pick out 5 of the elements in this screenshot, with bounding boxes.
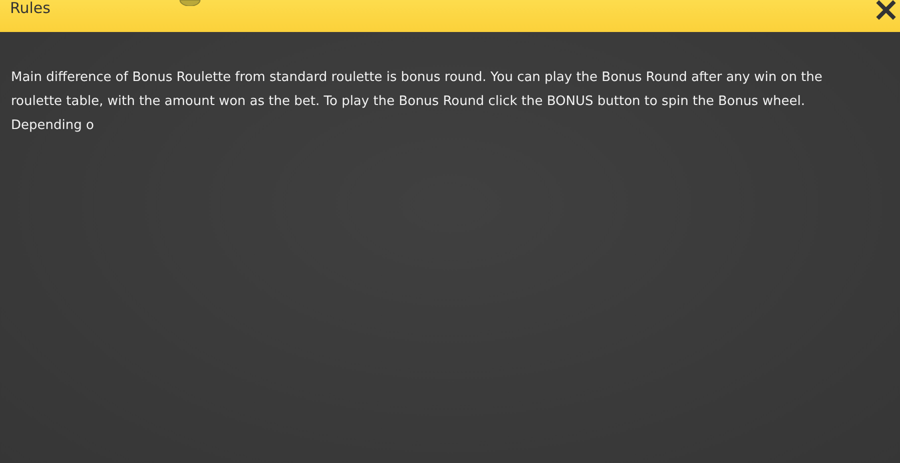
- coin-icon: [179, 0, 201, 6]
- close-button[interactable]: [874, 0, 898, 21]
- header-title: Rules: [10, 0, 50, 17]
- rules-text: Main difference of Bonus Roulette from standard roulette is bonus round. You can play the Bonus Round after any win on the roulette table, with the amount won as the bet. To play the Bonus Round click the BONUS button to spin the Bonus wheel. Depending o: [11, 69, 824, 135]
- close-icon: [876, 0, 896, 20]
